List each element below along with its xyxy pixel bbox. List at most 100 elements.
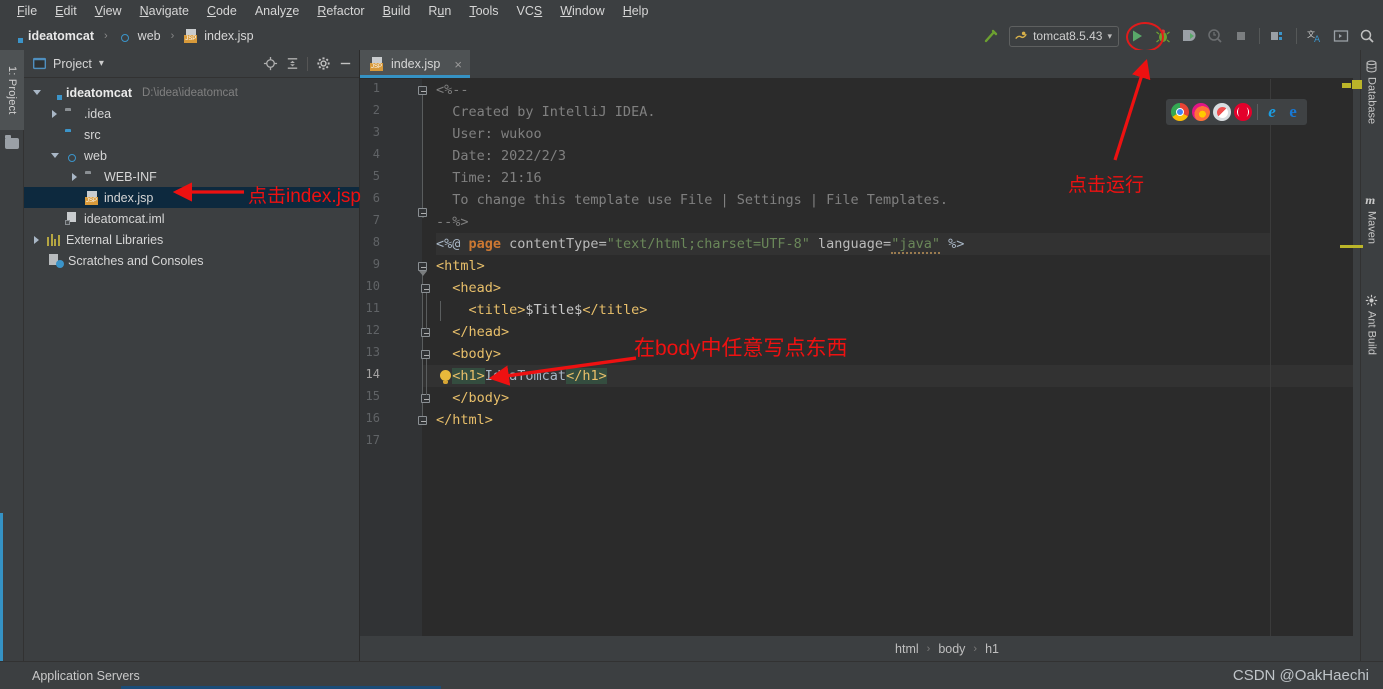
code-line-12: </head> — [436, 324, 510, 340]
breadcrumb-body[interactable]: body — [936, 642, 967, 656]
opera-icon[interactable] — [1234, 103, 1252, 121]
fold-marker-head[interactable] — [421, 284, 430, 293]
stop-icon[interactable] — [1229, 24, 1253, 48]
breadcrumb-html[interactable]: html — [893, 642, 921, 656]
run-icon[interactable] — [1125, 24, 1149, 48]
locate-icon[interactable] — [260, 54, 280, 74]
run-configuration-selector[interactable]: tomcat8.5.43 ▾ — [1009, 25, 1119, 47]
code-folding-column[interactable] — [418, 79, 441, 661]
tree-node-index-jsp[interactable]: JSP index.jsp — [24, 187, 359, 208]
application-servers-label[interactable]: Application Servers — [32, 669, 140, 683]
project-panel-caret[interactable]: ▾ — [99, 58, 104, 69]
fold-marker-head-end[interactable] — [421, 328, 430, 337]
menu-tools[interactable]: Tools — [460, 1, 507, 21]
tree-node-web[interactable]: web — [24, 145, 359, 166]
sidebar-tab-database[interactable]: Database — [1360, 56, 1383, 124]
fold-marker-body[interactable] — [421, 350, 430, 359]
tree-node-label: index.jsp — [104, 190, 154, 205]
sidebar-tab-project[interactable]: 1: Project — [0, 50, 24, 130]
translate-icon[interactable]: 文A — [1303, 24, 1327, 48]
menu-analyze[interactable]: Analyze — [246, 1, 308, 21]
line-number: 17 — [365, 433, 380, 447]
sidebar-tab-maven[interactable]: m Maven — [1360, 190, 1383, 244]
breadcrumb-project[interactable]: ideatomcat — [28, 29, 94, 43]
chevron-down-icon[interactable]: ▾ — [1107, 31, 1112, 42]
tree-node-scratches[interactable]: Scratches and Consoles — [24, 250, 359, 271]
fold-marker-body-end[interactable] — [421, 394, 430, 403]
editor-gutter[interactable]: 1 2 3 4 5 6 7 8 9 10 11 12 13 14 15 16 1… — [360, 79, 422, 661]
breadcrumb-file[interactable]: index.jsp — [204, 29, 253, 43]
project-structure-icon[interactable] — [1266, 24, 1290, 48]
build-hammer-icon[interactable] — [979, 24, 1003, 48]
editor-breadcrumb: html › body › h1 — [360, 636, 1353, 661]
chrome-icon[interactable] — [1171, 103, 1189, 121]
menu-view[interactable]: View — [86, 1, 131, 21]
menu-help[interactable]: Help — [614, 1, 658, 21]
tree-node-idea[interactable]: .idea — [24, 103, 359, 124]
title-macro-value: $Title$ — [525, 302, 583, 318]
twisty-right-icon[interactable] — [68, 170, 81, 183]
gear-icon[interactable] — [313, 54, 333, 74]
breadcrumb-folder[interactable]: web — [138, 29, 161, 43]
warning-stripe-top[interactable] — [1342, 83, 1351, 88]
line-number: 6 — [372, 191, 380, 205]
menu-refactor[interactable]: Refactor — [308, 1, 373, 21]
jsp-value-contenttype: "text/html;charset=UTF-8" — [606, 236, 810, 252]
menu-window[interactable]: Window — [551, 1, 613, 21]
marker-bar-warning-top[interactable] — [1352, 80, 1362, 89]
tree-node-ideatomcat-iml[interactable]: ideatomcat.iml — [24, 208, 359, 229]
terminal-icon[interactable] — [1329, 24, 1353, 48]
twisty-right-icon[interactable] — [48, 107, 61, 120]
fold-marker-html[interactable] — [418, 262, 427, 271]
tree-node-ideatomcat[interactable]: ideatomcat D:\idea\ideatomcat — [24, 82, 359, 103]
search-everywhere-icon[interactable] — [1355, 24, 1379, 48]
collapse-all-icon[interactable] — [282, 54, 302, 74]
tree-node-src[interactable]: src — [24, 124, 359, 145]
twisty-down-icon[interactable] — [30, 86, 43, 99]
jsp-attr-language: language= — [809, 236, 892, 252]
editor-tab-index-jsp[interactable]: JSP index.jsp × — [360, 50, 470, 78]
structure-folder-icon[interactable] — [5, 135, 19, 149]
twisty-down-icon[interactable] — [48, 149, 61, 162]
database-icon — [1366, 60, 1377, 73]
menu-navigate[interactable]: Navigate — [131, 1, 198, 21]
module-icon — [47, 86, 62, 100]
line-number: 3 — [372, 125, 380, 139]
menu-build[interactable]: Build — [374, 1, 420, 21]
fold-marker-comment[interactable] — [418, 86, 427, 95]
iml-file-icon — [65, 212, 80, 225]
editor-body[interactable]: 1 2 3 4 5 6 7 8 9 10 11 12 13 14 15 16 1… — [360, 79, 1353, 661]
line-number: 12 — [365, 323, 380, 337]
tree-node-external-libraries[interactable]: External Libraries — [24, 229, 359, 250]
code-line-10: <head> — [436, 280, 502, 296]
marker-bar-warning-mid[interactable] — [1350, 245, 1363, 248]
firefox-icon[interactable] — [1192, 103, 1210, 121]
menu-file[interactable]: File — [8, 1, 46, 21]
debug-icon[interactable] — [1151, 24, 1175, 48]
safari-icon[interactable] — [1213, 103, 1231, 121]
close-icon[interactable]: × — [454, 57, 462, 72]
libraries-icon — [47, 233, 62, 247]
status-bar: Application Servers CSDN @OakHaechi — [0, 661, 1383, 689]
hide-icon[interactable] — [335, 54, 355, 74]
menu-edit[interactable]: Edit — [46, 1, 86, 21]
sidebar-tab-ant-build[interactable]: Ant Build — [1360, 290, 1383, 355]
twisty-right-icon[interactable] — [30, 233, 43, 246]
profile-icon[interactable] — [1203, 24, 1227, 48]
edge-legacy-icon[interactable]: e — [1263, 103, 1281, 121]
menu-code[interactable]: Code — [198, 1, 246, 21]
fold-marker-comment-end[interactable] — [418, 208, 427, 217]
code-line-8: <%@ page contentType="text/html;charset=… — [436, 233, 964, 255]
menu-vcs[interactable]: VCS — [508, 1, 552, 21]
sidebar-tab-ant-build-label: Ant Build — [1365, 311, 1378, 356]
fold-marker-html-end[interactable] — [418, 416, 427, 425]
menu-run[interactable]: Run — [419, 1, 460, 21]
breadcrumb-h1[interactable]: h1 — [983, 642, 1001, 656]
run-with-coverage-icon[interactable] — [1177, 24, 1201, 48]
code-content[interactable]: <%-- Created by IntelliJ IDEA. User: wuk… — [436, 79, 1353, 661]
tree-node-web-inf[interactable]: WEB-INF — [24, 166, 359, 187]
edge-icon[interactable]: e — [1284, 103, 1302, 121]
editor-tab-bar: JSP index.jsp × — [360, 50, 1353, 79]
breadcrumb-sep-1: › — [926, 642, 931, 655]
